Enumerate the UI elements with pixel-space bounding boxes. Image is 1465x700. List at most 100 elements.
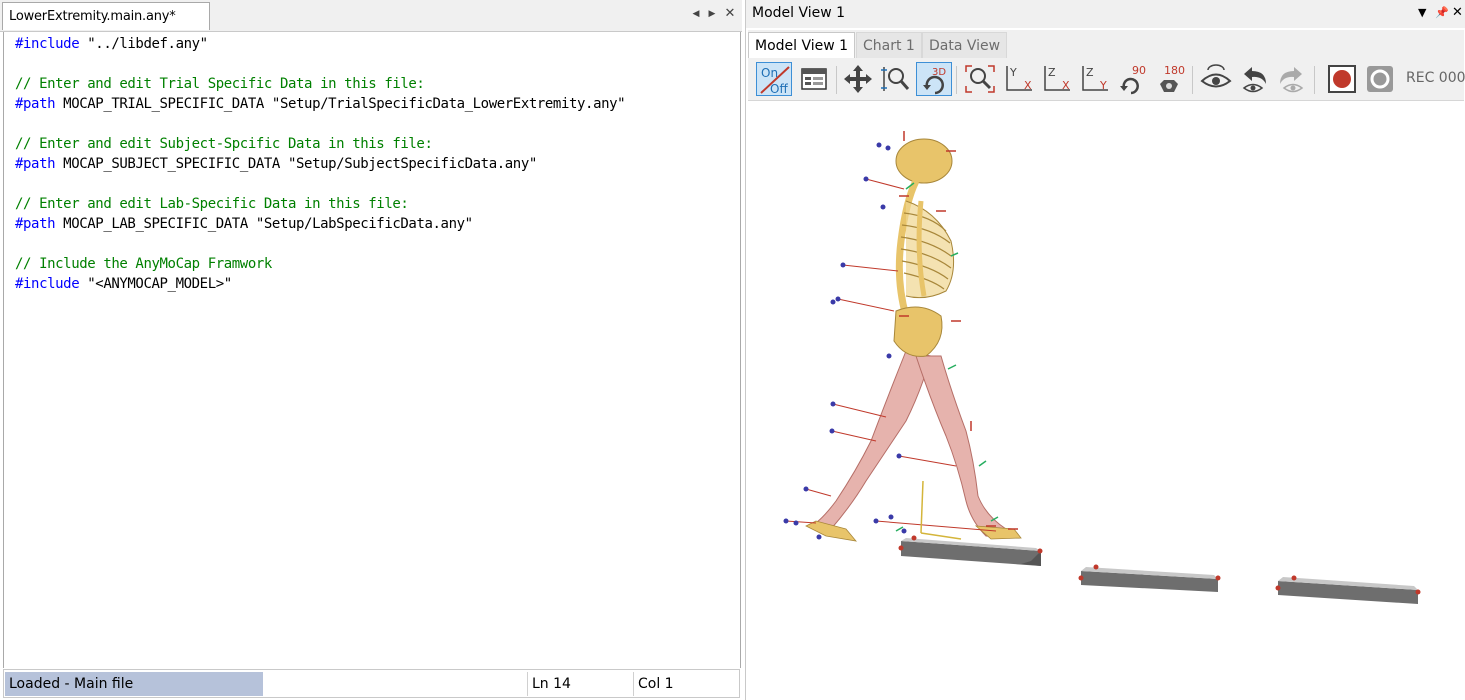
- view-yx-button[interactable]: Y X: [1000, 62, 1036, 96]
- code-line: // Include the AnyMoCap Framwork: [15, 254, 272, 274]
- toolbar-separator: [1192, 66, 1193, 94]
- onoff-icon: On Off: [760, 66, 790, 96]
- status-bar: Loaded - Main file Ln 14 Col 1: [3, 669, 740, 698]
- undo-view-button[interactable]: [1236, 62, 1272, 96]
- code-token: // Enter and edit Lab-Specific Data in t…: [15, 196, 409, 212]
- 3d-viewport[interactable]: [746, 101, 1465, 700]
- force-vector: [920, 480, 962, 540]
- view-zy-button[interactable]: Z Y: [1076, 62, 1112, 96]
- legs: [805, 350, 1022, 542]
- tab-data-view[interactable]: Data View: [922, 32, 1008, 58]
- zoom-extents-icon: [965, 65, 995, 93]
- code-token: #path: [15, 96, 56, 112]
- editor-tab[interactable]: LowerExtremity.main.any*: [2, 2, 210, 30]
- record-button[interactable]: [1324, 62, 1360, 96]
- close-icon[interactable]: ✕: [724, 7, 736, 21]
- zoom-extents-button[interactable]: [962, 62, 998, 96]
- stop-button[interactable]: [1362, 62, 1398, 96]
- toolbar-separator: [1314, 66, 1315, 94]
- dropdown-icon[interactable]: ▼: [1418, 6, 1426, 19]
- code-editor[interactable]: #include "../libdef.any" // Enter and edi…: [3, 32, 741, 668]
- rec-counter: REC 000: [1406, 70, 1465, 86]
- tab-scroll-right-icon[interactable]: ▶: [706, 7, 718, 21]
- eye-icon: [1200, 64, 1232, 88]
- tab-chart[interactable]: Chart 1: [856, 32, 922, 58]
- pin-icon[interactable]: 📌: [1435, 6, 1449, 19]
- view-zx-button[interactable]: Z X: [1038, 62, 1074, 96]
- tab-model-view[interactable]: Model View 1: [748, 32, 856, 58]
- options-button[interactable]: [796, 62, 832, 96]
- code-token: #path: [15, 156, 56, 172]
- code-line: // Enter and edit Trial Specific Data in…: [15, 74, 425, 94]
- rotate3d-button[interactable]: 3D: [916, 62, 952, 96]
- code-line: #path MOCAP_LAB_SPECIFIC_DATA "Setup/Lab…: [15, 214, 473, 234]
- force-plate: [901, 538, 1041, 566]
- svg-text:X: X: [1024, 79, 1032, 92]
- status-column: Col 1: [633, 672, 737, 696]
- rotate90-button[interactable]: 90: [1114, 62, 1150, 96]
- view-zy-icon: Z Y: [1082, 66, 1108, 92]
- tab-scroll-left-icon[interactable]: ◀: [690, 7, 702, 21]
- force-plate: [1278, 577, 1418, 604]
- force-plate: [1081, 567, 1218, 592]
- pan-button[interactable]: [840, 62, 876, 96]
- code-token: "../libdef.any": [79, 36, 208, 52]
- code-line: // Enter and edit Lab-Specific Data in t…: [15, 194, 409, 214]
- rotate90-icon: 90: [1120, 64, 1146, 95]
- undo-view-icon: [1242, 67, 1266, 93]
- close-icon[interactable]: ✕: [1452, 5, 1463, 20]
- code-token: MOCAP_LAB_SPECIFIC_DATA "Setup/LabSpecif…: [55, 216, 473, 232]
- svg-text:Off: Off: [770, 82, 788, 96]
- redo-view-icon: [1280, 67, 1304, 93]
- code-line: #path MOCAP_SUBJECT_SPECIFIC_DATA "Setup…: [15, 154, 537, 174]
- view-tab-bar: Model View 1 Chart 1 Data View: [748, 30, 1464, 58]
- svg-text:90: 90: [1132, 64, 1146, 77]
- code-token: // Enter and edit Trial Specific Data in…: [15, 76, 425, 92]
- stop-icon: [1367, 66, 1393, 92]
- svg-text:X: X: [1062, 79, 1070, 92]
- markers: [783, 142, 907, 540]
- pan-icon: [844, 65, 872, 93]
- status-message: Loaded - Main file: [5, 672, 263, 696]
- onoff-toggle-button[interactable]: On Off: [756, 62, 792, 96]
- redo-view-button[interactable]: [1274, 62, 1310, 96]
- code-line: #include "<ANYMOCAP_MODEL>": [15, 274, 232, 294]
- svg-text:Z: Z: [1086, 66, 1094, 79]
- toolbar-separator: [956, 66, 957, 94]
- record-icon: [1328, 65, 1356, 93]
- options-icon: [801, 68, 827, 90]
- code-token: // Enter and edit Subject-Spcific Data i…: [15, 136, 433, 152]
- zoom-icon: [881, 67, 910, 91]
- code-line: // Enter and edit Subject-Spcific Data i…: [15, 134, 433, 154]
- svg-text:On: On: [761, 66, 778, 80]
- model-view-toolbar: On Off 3D Y X Z X Z Y 90 180 REC 000: [748, 58, 1465, 101]
- code-token: MOCAP_SUBJECT_SPECIFIC_DATA "Setup/Subje…: [55, 156, 537, 172]
- code-token: #include: [15, 36, 80, 52]
- skeleton: [893, 138, 955, 357]
- code-line: #path MOCAP_TRIAL_SPECIFIC_DATA "Setup/T…: [15, 94, 626, 114]
- code-token: #path: [15, 216, 56, 232]
- view-zx-icon: Z X: [1044, 66, 1070, 92]
- code-token: "<ANYMOCAP_MODEL>": [79, 276, 232, 292]
- model-view-pane: Model View 1 ▼ 📌 ✕ Model View 1 Chart 1 …: [745, 0, 1465, 700]
- zoom-button[interactable]: [878, 62, 914, 96]
- rotate180-button[interactable]: 180: [1152, 62, 1188, 96]
- view-yx-icon: Y X: [1006, 66, 1032, 92]
- code-token: #include: [15, 276, 80, 292]
- toolbar-separator: [836, 66, 837, 94]
- rotate180-icon: 180: [1160, 64, 1185, 92]
- svg-text:180: 180: [1164, 64, 1185, 77]
- model-view-titlebar: Model View 1 ▼ 📌 ✕: [746, 0, 1465, 28]
- eye-button[interactable]: [1198, 62, 1234, 96]
- code-token: MOCAP_TRIAL_SPECIFIC_DATA "Setup/TrialSp…: [55, 96, 626, 112]
- rotate3d-icon: 3D: [923, 67, 946, 95]
- model-view-title: Model View 1: [752, 5, 846, 21]
- svg-text:Y: Y: [1009, 66, 1017, 79]
- code-token: // Include the AnyMoCap Framwork: [15, 256, 272, 272]
- model-scene: [783, 131, 1421, 604]
- svg-text:Z: Z: [1048, 66, 1056, 79]
- code-line: #include "../libdef.any": [15, 34, 208, 54]
- editor-pane: LowerExtremity.main.any* ◀ ▶ ✕ #include …: [0, 0, 742, 700]
- status-line: Ln 14: [527, 672, 631, 696]
- svg-text:Y: Y: [1099, 79, 1107, 92]
